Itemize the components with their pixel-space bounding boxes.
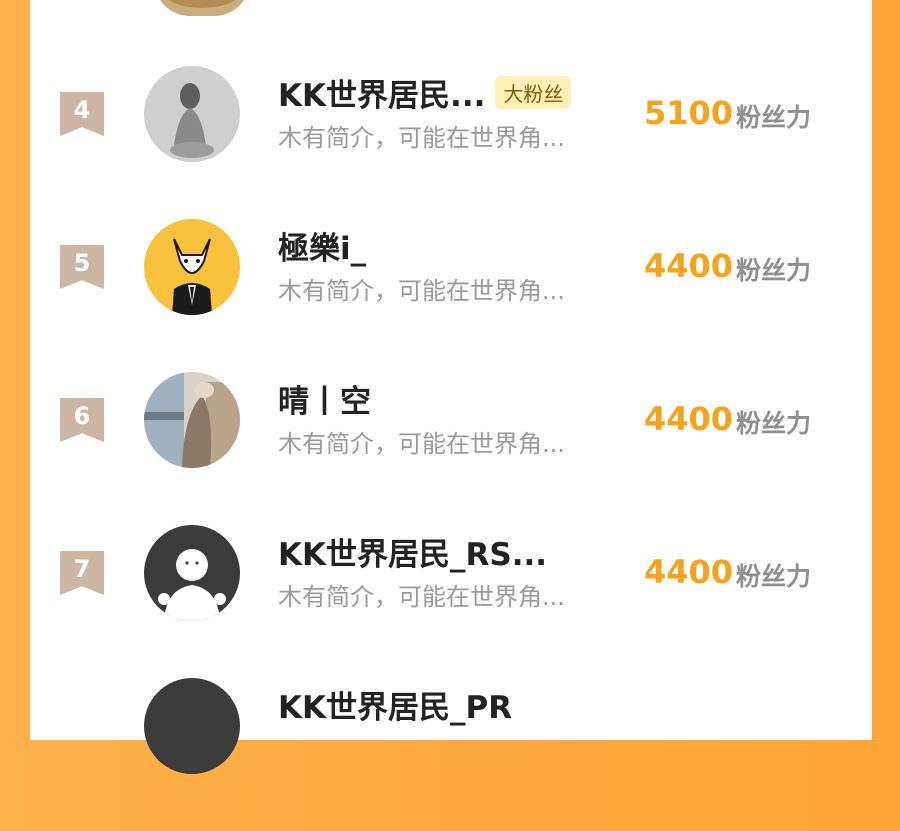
ranking-row-7[interactable]: 7 KK世界居民_RS... 木有简介，可能在世界角... 4400 粉丝力 xyxy=(30,525,872,678)
user-name[interactable]: KK世界居民_PR xyxy=(278,682,512,727)
user-name[interactable]: KK世界居民_RS... xyxy=(278,529,547,574)
fan-power-score: 4400 xyxy=(644,400,734,438)
fan-power-unit: 粉丝力 xyxy=(736,562,812,591)
user-avatar[interactable] xyxy=(144,66,240,162)
gray-photo-avatar-icon xyxy=(144,66,240,162)
user-bio: 木有简介，可能在世界角... xyxy=(278,124,565,152)
fan-power-unit: 粉丝力 xyxy=(736,409,812,438)
user-bio: 木有简介，可能在世界角... xyxy=(278,277,565,305)
ranking-row-5[interactable]: 5 極樂i_ 木有简介，可能在世界角... 4400 粉丝力 xyxy=(30,219,872,372)
user-avatar[interactable] xyxy=(144,678,240,774)
user-name[interactable]: 晴丨空 xyxy=(278,376,371,421)
user-name[interactable]: KK世界居民... xyxy=(278,70,485,115)
cat-in-suit-avatar-icon xyxy=(144,219,240,315)
ranking-row-6[interactable]: 6 晴丨空 木有简介，可能在世界角... 4400 粉丝力 xyxy=(30,372,872,525)
fan-power-unit: 粉丝力 xyxy=(736,256,812,285)
fan-power-score: 4400 xyxy=(644,553,734,591)
user-bio: 木有简介，可能在世界角... xyxy=(278,583,565,611)
fan-level-badge: 大粉丝 xyxy=(495,75,572,109)
ranking-row-4[interactable]: 4 KK世界居民... 大粉丝 木有简介，可能在世界角... 5100 粉丝力 xyxy=(30,66,872,219)
fan-power-unit: 粉丝力 xyxy=(736,103,812,132)
photo-avatar-icon xyxy=(154,0,250,16)
fan-ranking-card: 4 KK世界居民... 大粉丝 木有简介，可能在世界角... 5100 粉丝力 … xyxy=(30,0,872,774)
window-photo-avatar-icon xyxy=(144,372,240,468)
avatar-previous-row[interactable] xyxy=(154,0,250,16)
rank-badge: 6 xyxy=(60,398,104,442)
default-person-avatar-icon xyxy=(144,525,240,621)
fan-power-score: 5100 xyxy=(644,94,734,132)
user-avatar[interactable] xyxy=(144,525,240,621)
user-bio: 木有简介，可能在世界角... xyxy=(278,430,565,458)
ranking-row-8[interactable]: KK世界居民_PR xyxy=(30,678,872,831)
rank-badge: 4 xyxy=(60,92,104,136)
rank-badge: 7 xyxy=(60,551,104,595)
user-avatar[interactable] xyxy=(144,219,240,315)
rank-badge: 5 xyxy=(60,245,104,289)
fan-power-score: 4400 xyxy=(644,247,734,285)
user-avatar[interactable] xyxy=(144,372,240,468)
default-person-avatar-icon xyxy=(144,678,240,774)
user-name[interactable]: 極樂i_ xyxy=(278,223,366,268)
